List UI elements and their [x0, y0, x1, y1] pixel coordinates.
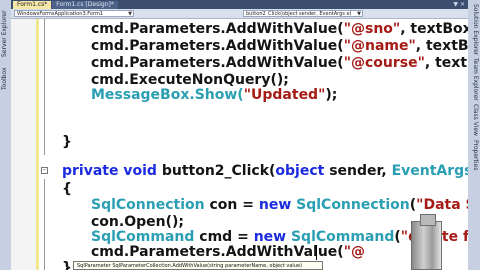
fold-collapse-icon[interactable]: -: [41, 167, 48, 174]
change-tracking-bar: [36, 19, 39, 270]
code-line: }: [62, 260, 72, 270]
code-line: cmd.Parameters.AddWithValue("@course", t…: [91, 55, 468, 71]
intellisense-tooltip: SqlParameter SqlParameterCollection.AddW…: [73, 261, 323, 270]
tab-form1-cs[interactable]: Form1.cs*: [13, 1, 52, 9]
code-line: MessageBox.Show("Updated");: [91, 87, 338, 103]
code-line: cmd.Parameters.AddWithValue("@sno", text…: [91, 21, 468, 37]
chevron-down-icon: ▼: [357, 11, 361, 17]
chevron-down-icon: ▼: [128, 11, 132, 17]
tab-bar-icons: ▼ ✕: [453, 1, 465, 8]
code-line: }: [62, 134, 72, 150]
code-line: {: [62, 181, 72, 197]
pin-icon[interactable]: ▼: [453, 1, 458, 8]
class-dropdown[interactable]: WindowsFormsApplication3.Form1 ▼: [14, 10, 134, 17]
tab-form1-design[interactable]: Form1.cs [Design]*: [52, 1, 118, 9]
document-tab-bar: Form1.cs* Form1.cs [Design]* ▼ ✕: [11, 0, 468, 9]
code-line: SqlConnection con = new SqlConnection("D…: [91, 197, 468, 213]
team-explorer-tab[interactable]: Team Explorer: [470, 58, 479, 101]
code-editor[interactable]: - cmd.Parameters.AddWithValue("@sno", te…: [11, 19, 468, 270]
code-line: cmd.Parameters.AddWithValue("@name", tex…: [91, 38, 468, 54]
class-view-tab[interactable]: Class View: [470, 104, 479, 136]
method-dropdown-value: button2_Click(object sender, EventArgs e…: [246, 11, 352, 17]
class-dropdown-value: WindowsFormsApplication3.Form1: [17, 11, 104, 17]
method-dropdown[interactable]: button2_Click(object sender, EventArgs e…: [243, 10, 363, 17]
fold-guide: [44, 19, 45, 155]
editor-gutter: [11, 19, 38, 270]
properties-tab[interactable]: Properties: [470, 140, 479, 175]
close-icon[interactable]: ✕: [460, 1, 465, 8]
text-caret: [316, 245, 317, 260]
toolbox-tab[interactable]: Toolbox: [1, 60, 10, 91]
right-tool-strip: Solution Explorer Team Explorer Class Vi…: [467, 0, 480, 270]
navigation-bar: WindowsFormsApplication3.Form1 ▼ button2…: [11, 9, 468, 19]
solution-explorer-tab[interactable]: Solution Explorer: [470, 4, 479, 55]
code-line: private void button2_Click(object sender…: [62, 163, 468, 179]
fold-guide: [44, 179, 45, 270]
server-explorer-tab[interactable]: Server Explorer: [1, 2, 10, 57]
mouse-pointer-icon: [411, 214, 442, 270]
code-line: cmd.Parameters.AddWithValue("@: [91, 244, 365, 260]
